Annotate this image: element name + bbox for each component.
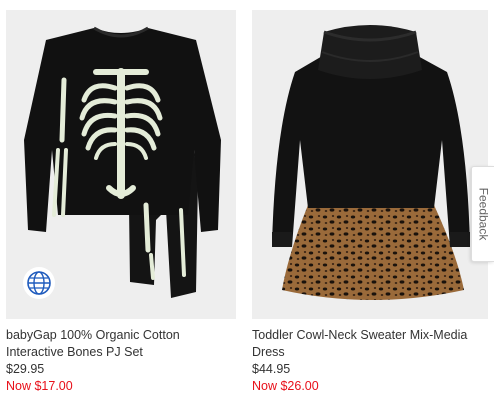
product-image-pj-set[interactable]: [6, 10, 236, 319]
product-card-pj-set[interactable]: babyGap 100% Organic Cotton Interactive …: [6, 10, 236, 395]
feedback-tab[interactable]: Feedback: [471, 166, 494, 262]
original-price: $44.95: [252, 362, 291, 376]
product-image-sweater-dress[interactable]: [252, 10, 488, 319]
sale-price: Now $17.00: [6, 379, 73, 393]
product-title[interactable]: Toddler Cowl-Neck Sweater Mix-Media Dres…: [252, 327, 488, 361]
sweater-dress-image: [252, 10, 488, 319]
original-price: $29.95: [6, 362, 45, 376]
product-title[interactable]: babyGap 100% Organic Cotton Interactive …: [6, 327, 236, 361]
product-title-line-1[interactable]: babyGap 100% Organic Cotton: [6, 327, 236, 344]
product-title-line-1[interactable]: Toddler Cowl-Neck Sweater Mix-Media: [252, 327, 488, 344]
product-title-line-2[interactable]: Interactive Bones PJ Set: [6, 344, 236, 361]
globe-icon[interactable]: [23, 267, 55, 299]
product-card-sweater-dress[interactable]: Toddler Cowl-Neck Sweater Mix-Media Dres…: [252, 10, 488, 395]
product-title-line-2[interactable]: Dress: [252, 344, 488, 361]
sale-price: Now $26.00: [252, 379, 319, 393]
feedback-label: Feedback: [476, 187, 491, 241]
